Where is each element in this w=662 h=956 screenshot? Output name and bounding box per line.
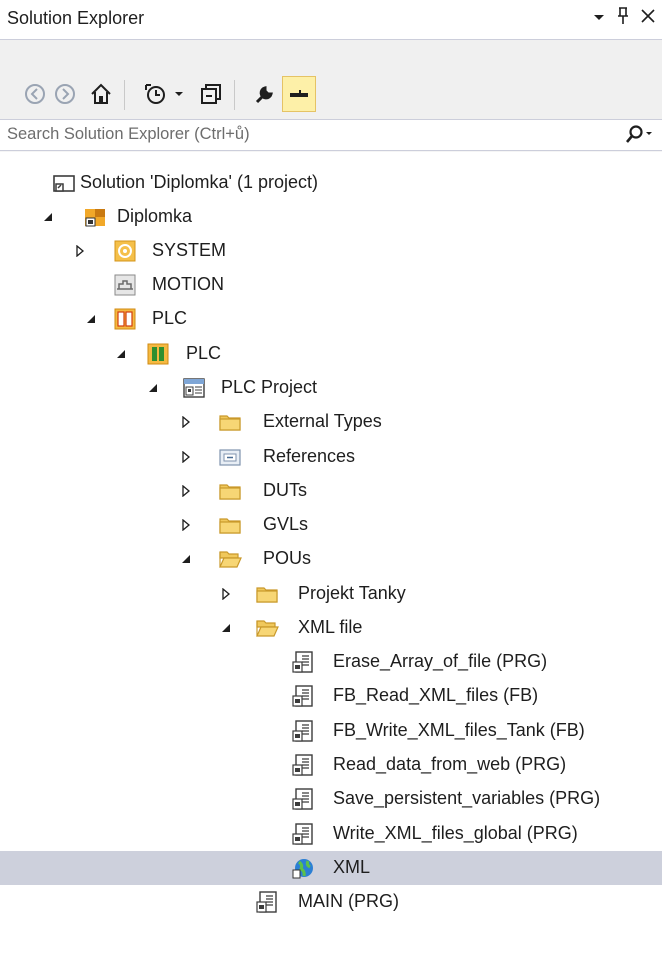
folder-icon [218, 479, 242, 503]
solution-tree: Solution 'Diplomka' (1 project) Diplomka S… [0, 152, 662, 956]
tree-item[interactable]: FB_Write_XML_files_Tank (FB) [0, 714, 662, 748]
home-icon[interactable] [84, 76, 118, 112]
tree-item[interactable]: MAIN (PRG) [0, 885, 662, 919]
tree-item[interactable]: FB_Read_XML_files (FB) [0, 679, 662, 713]
system-icon [113, 239, 137, 263]
plc-project-icon [182, 376, 206, 400]
collapse-arrow-icon[interactable] [40, 200, 56, 234]
properties-icon[interactable] [248, 76, 282, 112]
folder-open-icon [255, 616, 279, 640]
expand-arrow-icon[interactable] [178, 508, 194, 542]
twincat-project-icon [83, 205, 107, 229]
tree-item-label: GVLs [263, 514, 309, 534]
collapse-all-icon[interactable] [194, 76, 228, 112]
motion-icon [113, 273, 137, 297]
tree-item-label: Solution 'Diplomka' (1 project) [80, 172, 318, 192]
tree-item[interactable]: XML [0, 851, 662, 885]
tree-item-label: Diplomka [117, 206, 193, 226]
tree-item-label: References [263, 446, 356, 466]
pou-icon [291, 822, 315, 846]
expand-arrow-icon[interactable] [178, 440, 194, 474]
preview-icon[interactable] [282, 76, 316, 112]
pou-icon [291, 684, 315, 708]
tree-item[interactable]: XML file [0, 611, 662, 645]
tree-item[interactable]: PLC [0, 337, 662, 371]
tree-item[interactable]: MOTION [0, 268, 662, 302]
expand-arrow-icon[interactable] [218, 577, 234, 611]
close-icon[interactable] [636, 6, 660, 32]
expand-arrow-icon[interactable] [72, 234, 88, 268]
solution-icon [52, 171, 76, 195]
tree-item-label: XML file [298, 617, 363, 637]
tree-item-label: Write_XML_files_global (PRG) [333, 823, 578, 843]
tree-item-label: Erase_Array_of_file (PRG) [333, 651, 548, 671]
collapse-arrow-icon[interactable] [218, 611, 234, 645]
references-icon [218, 445, 242, 469]
history-icon[interactable] [138, 76, 172, 112]
collapse-arrow-icon[interactable] [145, 371, 161, 405]
tree-item-label: FB_Read_XML_files (FB) [333, 685, 539, 705]
pin-icon[interactable] [611, 6, 635, 32]
collapse-arrow-icon[interactable] [178, 542, 194, 576]
tree-item-label: Save_persistent_variables (PRG) [333, 788, 601, 808]
window-title: Solution Explorer [7, 8, 145, 28]
pou-icon [291, 719, 315, 743]
tree-item[interactable]: References [0, 440, 662, 474]
pou-icon [255, 890, 279, 914]
tree-item-label: FB_Write_XML_files_Tank (FB) [333, 720, 585, 740]
tree-item[interactable]: Erase_Array_of_file (PRG) [0, 645, 662, 679]
pou-icon [291, 787, 315, 811]
toolbar-separator [124, 80, 125, 110]
plc-instance-icon [146, 342, 170, 366]
tree-item-label: MOTION [152, 274, 224, 294]
toolbar-separator [234, 80, 235, 110]
search-icon[interactable] [624, 124, 654, 150]
tree-item[interactable]: Projekt Tanky [0, 577, 662, 611]
pou-icon [291, 650, 315, 674]
forward-icon[interactable] [48, 76, 82, 112]
tree-item-label: Read_data_from_web (PRG) [333, 754, 567, 774]
tree-item-label: XML [333, 857, 371, 877]
tree-item-label: PLC [186, 343, 222, 363]
collapse-arrow-icon[interactable] [83, 302, 99, 336]
tree-item-label: DUTs [263, 480, 307, 500]
window-menu-dropdown-icon[interactable] [587, 6, 611, 32]
folder-icon [218, 513, 242, 537]
history-dropdown-icon[interactable] [168, 76, 190, 112]
collapse-arrow-icon[interactable] [113, 337, 129, 371]
tree-item[interactable]: GVLs [0, 508, 662, 542]
tree-item[interactable]: Write_XML_files_global (PRG) [0, 817, 662, 851]
tree-item[interactable]: External Types [0, 405, 662, 439]
title-bar: Solution Explorer [0, 0, 662, 40]
tree-item-label: Projekt Tanky [298, 583, 406, 603]
search-input[interactable]: Search Solution Explorer (Ctrl+ů) [7, 125, 250, 144]
expand-arrow-icon[interactable] [178, 405, 194, 439]
tree-item[interactable]: Diplomka [0, 200, 662, 234]
tree-item-label: POUs [263, 548, 312, 568]
xml-web-icon [291, 856, 315, 880]
tree-item[interactable]: DUTs [0, 474, 662, 508]
tree-item[interactable]: POUs [0, 542, 662, 576]
tree-item[interactable]: PLC Project [0, 371, 662, 405]
tree-item-label: SYSTEM [152, 240, 227, 260]
solution-explorer-window: Solution Explorer Search Solution Explor… [0, 0, 662, 956]
tree-item[interactable]: PLC [0, 302, 662, 336]
tree-item-label: External Types [263, 411, 382, 431]
tree-item-label: PLC Project [221, 377, 318, 397]
tree-item[interactable]: Save_persistent_variables (PRG) [0, 782, 662, 816]
pou-icon [291, 753, 315, 777]
search-box[interactable]: Search Solution Explorer (Ctrl+ů) [0, 119, 662, 151]
plc-icon [113, 307, 137, 331]
tree-item[interactable]: SYSTEM [0, 234, 662, 268]
folder-icon [218, 410, 242, 434]
tree-item[interactable]: Read_data_from_web (PRG) [0, 748, 662, 782]
expand-arrow-icon[interactable] [178, 474, 194, 508]
tree-item-label: MAIN (PRG) [298, 891, 399, 911]
tree-item-label: PLC [152, 308, 188, 328]
back-icon[interactable] [18, 76, 52, 112]
tree-item[interactable]: Solution 'Diplomka' (1 project) [0, 166, 662, 200]
folder-open-icon [218, 547, 242, 571]
folder-icon [255, 582, 279, 606]
